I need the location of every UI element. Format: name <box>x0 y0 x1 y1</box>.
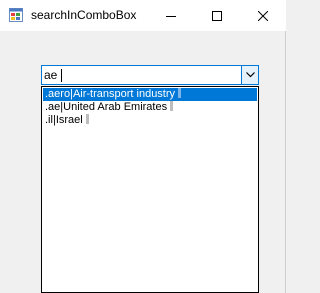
minimize-icon <box>166 15 176 17</box>
title-bar[interactable]: searchInComboBox <box>0 0 286 31</box>
close-button[interactable] <box>240 0 286 31</box>
option-code: .il <box>45 114 53 126</box>
list-item[interactable]: .il|Israel <box>43 114 257 127</box>
separator-mark <box>85 114 89 124</box>
list-item[interactable]: .aero|Air-transport industry <box>43 88 257 101</box>
search-combobox[interactable] <box>41 65 259 85</box>
window-title: searchInComboBox <box>31 8 137 22</box>
maximize-button[interactable] <box>194 0 240 31</box>
app-window: searchInComboBox .aero| <box>0 0 286 293</box>
chevron-down-icon <box>245 72 255 78</box>
dropdown-button[interactable] <box>241 66 258 84</box>
list-item[interactable]: .ae|United Arab Emirates <box>43 101 257 114</box>
dropdown-list[interactable]: .aero|Air-transport industry .ae|United … <box>41 86 259 293</box>
option-name: Air-transport industry <box>72 88 176 100</box>
maximize-icon <box>212 10 222 21</box>
separator-mark <box>178 88 182 98</box>
text-caret <box>61 69 62 82</box>
option-code: .ae <box>45 101 61 113</box>
close-icon <box>258 10 268 21</box>
option-name: United Arab Emirates <box>63 101 168 113</box>
separator-mark <box>170 101 174 111</box>
option-code: .aero <box>45 88 71 100</box>
combo-text-input[interactable] <box>42 66 242 84</box>
minimize-button[interactable] <box>148 0 194 31</box>
app-icon <box>9 8 23 22</box>
option-name: Israel <box>55 114 83 126</box>
